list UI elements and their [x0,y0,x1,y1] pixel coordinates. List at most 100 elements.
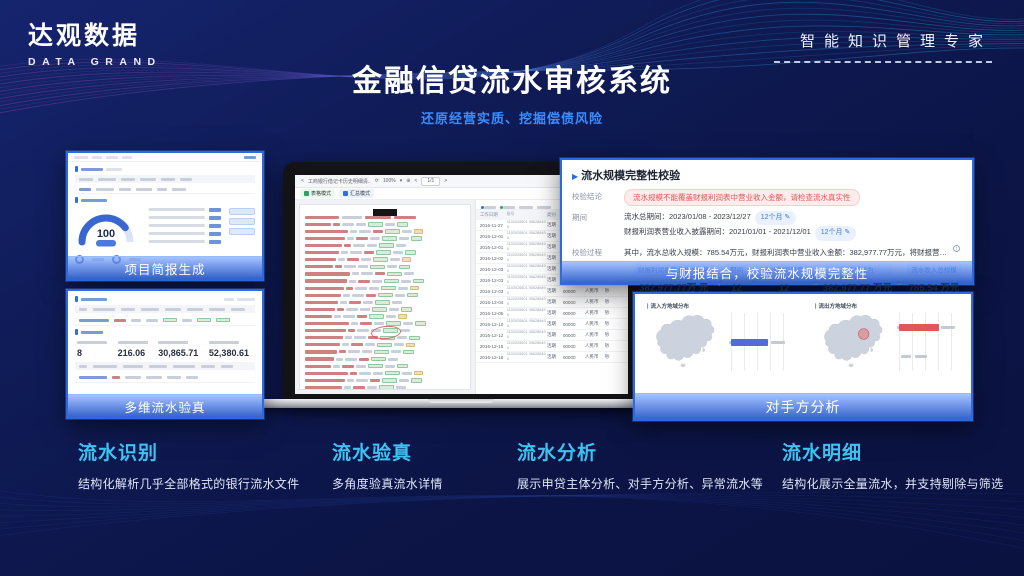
table-row[interactable]: 2016-12-151102026501 056286490活期00000人民币… [476,341,628,352]
china-map-inflow [645,312,725,372]
statement-row [305,265,465,270]
stat-item: 30,865.71 [158,341,198,358]
edit-icon[interactable]: ✎ [785,214,791,221]
section-flow-health [75,197,255,203]
check-list [149,206,221,248]
table-cell: 2016-12-12 [480,333,507,338]
period-tag[interactable]: 12个月 ✎ [755,211,797,225]
statement-row [305,371,465,376]
edit-icon[interactable]: ✎ [845,229,851,236]
table-cell: 2016-12-05 [480,311,507,316]
statement-row [305,343,465,348]
stat-label-skeleton [209,341,239,344]
table-cell: 2016-12-01 [480,234,507,239]
feature-desc: 结构化解析几乎全部格式的银行流水文件 [78,475,336,492]
table-cell: 1102026501 056286490 [507,264,547,273]
inflow-map-section: 丨流入方地域分布 [635,294,803,393]
stat-value: 216.06 [118,348,148,358]
mini-top-nav [68,153,262,162]
statement-row [305,350,465,355]
table-cell: 活期 [547,343,563,349]
outflow-bar [899,324,939,331]
table-cell: 人民币 [585,343,605,349]
chevron-down-icon[interactable]: ▾ [400,178,403,184]
table-cell: 1102026501 056286490 [507,341,547,350]
section-statistics [75,329,255,335]
bank-statement-viewer [295,200,475,394]
tab-label: 汇总模式 [350,190,370,197]
stat-item: 52,380.61 [209,341,249,358]
table-cell: 00000 [563,322,585,327]
table-row[interactable]: 2016-12-051102026501 056286490活期00000人民币… [476,308,628,319]
panel-scale-integrity: ▶流水规模完整性校验 校验结论 流水规模不能覆盖财报利润表中营业收入金额，请检查… [560,158,974,285]
panel-counterparty-analysis: 丨流入方地域分布 丨流出方地域分布 [633,292,973,421]
stat-label-skeleton [77,341,107,344]
next-page-icon[interactable]: > [444,178,447,184]
process-row: 校验过程 其中，流水总收入规模：785.54万元，财报利润表中营业收入金额：38… [572,245,962,258]
counterparty-content: 丨流入方地域分布 丨流出方地域分布 [635,294,971,393]
table-cell: 人民币 [585,310,605,316]
column-header: 账号 [507,212,547,218]
stat-label-skeleton [118,341,148,344]
gauge-score-value: 100 [97,228,115,240]
table-cell: 2016-12-18 [480,355,507,360]
period-tag[interactable]: 12个月 ✎ [815,226,857,240]
table-cell: 2016-12-15 [480,344,507,349]
zoom-in-icon[interactable]: ⊕ [406,178,410,184]
refresh-icon[interactable]: ⟳ [375,178,379,184]
outflow-map-title: 丨流出方地域分布 [813,302,963,310]
table-cell: 钞 [605,310,615,316]
table-cell: 2016-12-01 [480,245,507,250]
table-cell: 钞 [605,332,615,338]
panel-caption-counterparty: 对手方分析 [635,393,971,419]
table-cell: 2016-12-03 [480,278,507,283]
conclusion-row: 校验结论 流水规模不能覆盖财报利润表中营业收入金额，请检查流水真实性 [572,189,962,206]
stat-value: 8 [77,348,107,358]
slide: 达观数据 DATA GRAND 智能知识管理专家 金融信贷流水审核系统 还原经营… [0,0,1024,576]
tab-table-mode[interactable]: 表格模式 [300,189,335,198]
period-label: 期间 [572,210,624,223]
table-row[interactable]: 2016-12-041102026501 056286490活期00000人民币… [476,297,628,308]
verify-table2-row [75,372,255,383]
table-cell: 00000 [563,344,585,349]
stat-row: 8 216.06 30,865.71 52,380.61 [75,338,255,362]
statement-header [305,216,465,219]
integrity-title: ▶流水规模完整性校验 [572,167,962,183]
bank-statement-scan [299,204,471,390]
statement-rows [305,222,465,390]
tab-summary-mode[interactable]: 汇总模式 [339,189,374,198]
statement-row [305,229,465,234]
table-cell: 1102026501 056286490 [507,319,547,328]
table-row[interactable]: 2016-12-121102026501 056286490活期00000人民币… [476,330,628,341]
stat-value: 52,380.61 [209,348,249,358]
page-indicator[interactable]: 1/1 [421,177,440,186]
feature-2: 流水验真多角度验真流水详情 [332,438,517,492]
feature-title: 流水验真 [332,438,517,465]
statement-row [305,378,465,383]
page-subtitle: 还原经营实质、挖掘偿债风险 [0,108,1024,127]
zoom-level[interactable]: 100% [383,178,396,184]
conclusion-warning-pill: 流水规模不能覆盖财报利润表中营业收入金额，请检查流水真实性 [624,189,860,206]
table-cell: 2016-12-03 [480,267,507,272]
redaction-box [373,209,397,216]
statement-row [305,279,465,284]
feature-title: 流水识别 [78,438,336,465]
statement-row [305,250,465,255]
prev-page-icon[interactable]: < [414,178,417,184]
statement-row [305,314,465,319]
statement-row [305,222,465,227]
table-cell: 2016-12-04 [480,300,507,305]
back-icon[interactable]: < [301,178,304,184]
table-cell: 活期 [547,321,563,327]
mini-table-header [75,175,255,183]
info-icon[interactable]: i [953,245,960,252]
table-row[interactable]: 2016-12-101102026501 056286490活期00000人民币… [476,319,628,330]
stat-label-skeleton [158,341,188,344]
feature-title: 流水明细 [782,438,1020,465]
feature-desc: 展示申贷主体分析、对手方分析、异常流水等 [517,475,775,492]
table-cell: 1102026501 056286490 [507,275,547,284]
table-row[interactable]: 2016-12-181102026501 056286490活期00000人民币… [476,352,628,363]
table-cell: 2016-12-03 [480,289,507,294]
feature-4: 流水明细结构化展示全量流水，并支持剔除与筛选 [782,438,1020,492]
summary-mode-icon [343,191,348,196]
